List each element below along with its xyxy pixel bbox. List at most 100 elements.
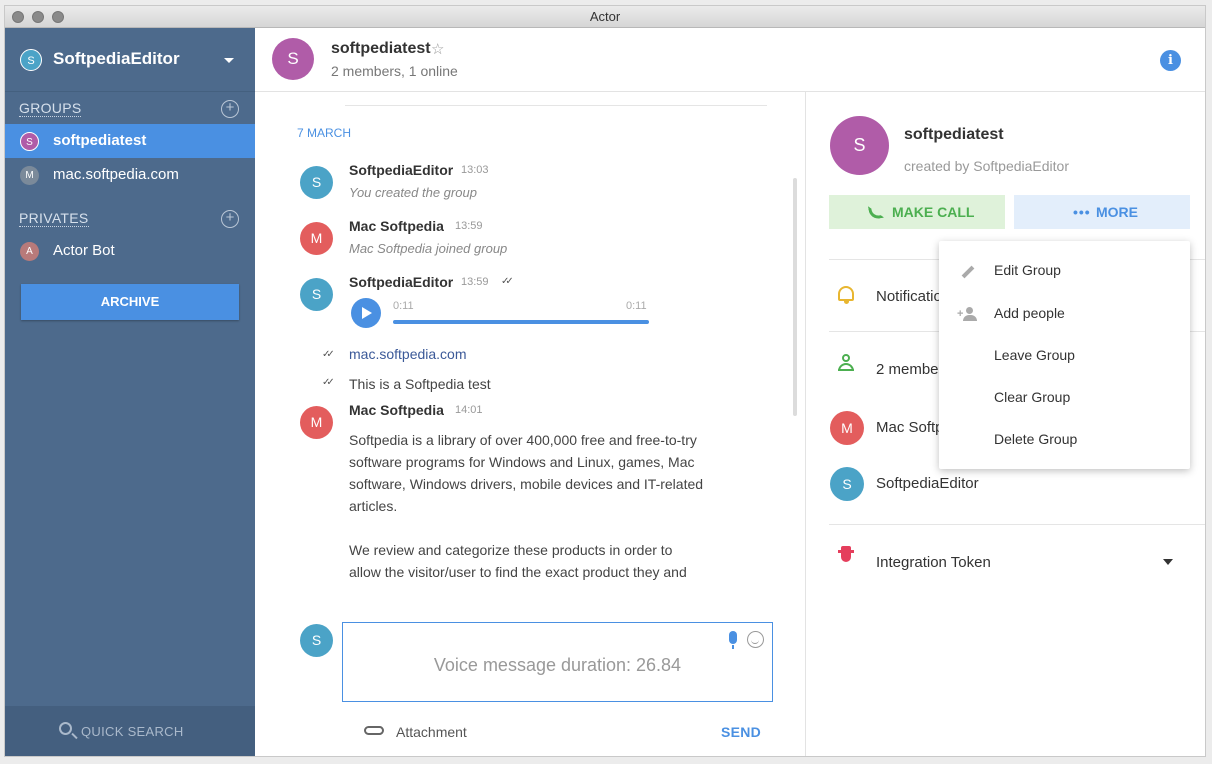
read-check-icon: ✓✓: [322, 377, 335, 388]
menu-item-label: Add people: [994, 305, 1065, 321]
audio-duration: 0:11: [626, 300, 647, 312]
quick-search-label: QUICK SEARCH: [81, 724, 184, 739]
message-time: 13:03: [461, 164, 489, 176]
member-name[interactable]: SoftpediaEditor: [876, 475, 979, 492]
message-line: allow the visitor/user to find the exact…: [349, 564, 687, 580]
message-time: 14:01: [455, 404, 483, 416]
group-avatar[interactable]: S: [272, 38, 314, 80]
scrollbar[interactable]: [793, 178, 797, 416]
send-button[interactable]: SEND: [721, 724, 761, 740]
audio-elapsed: 0:11: [393, 300, 414, 312]
menu-item-delete-group[interactable]: Delete Group: [939, 419, 1190, 461]
sidebar-item-label: softpediatest: [53, 132, 147, 149]
avatar[interactable]: S: [300, 278, 333, 311]
menu-item-edit-group[interactable]: Edit Group: [939, 250, 1190, 292]
message-sender[interactable]: SoftpediaEditor: [349, 274, 453, 290]
message-time: 13:59: [461, 276, 489, 288]
account-switcher[interactable]: S SoftpediaEditor: [5, 28, 255, 92]
emoji-icon[interactable]: [747, 631, 764, 648]
conversation-title: softpediatest: [331, 40, 431, 57]
member-avatar[interactable]: M: [830, 411, 864, 445]
menu-item-leave-group[interactable]: Leave Group: [939, 335, 1190, 377]
add-private-icon[interactable]: +: [221, 210, 239, 228]
make-call-label: MAKE CALL: [892, 204, 975, 220]
group-creator: created by SoftpediaEditor: [904, 158, 1069, 174]
date-separator: 7 MARCH: [297, 126, 352, 140]
sidebar-item-label: Actor Bot: [53, 242, 115, 259]
sidebar-item-softpediatest[interactable]: S softpediatest: [5, 124, 255, 158]
search-icon: [59, 722, 72, 735]
message-link[interactable]: mac.softpedia.com: [349, 346, 467, 362]
chevron-down-icon[interactable]: [1163, 559, 1173, 565]
member-name[interactable]: Mac Softp: [876, 419, 944, 436]
read-check-icon: ✓✓: [322, 349, 335, 360]
integration-token-row[interactable]: Integration Token: [876, 554, 991, 571]
read-check-icon: ✓✓: [501, 276, 514, 287]
info-icon[interactable]: i: [1160, 50, 1181, 71]
voice-message-status: Voice message duration: 26.84: [433, 655, 682, 675]
message-line: articles.: [349, 498, 398, 514]
member-avatar[interactable]: S: [830, 467, 864, 501]
add-person-icon: +: [957, 307, 979, 321]
person-icon: [838, 354, 854, 372]
message-line: Softpedia is a library of over 400,000 f…: [349, 432, 697, 448]
quick-search-button[interactable]: QUICK SEARCH: [5, 706, 255, 756]
message-sender[interactable]: Mac Softpedia: [349, 218, 444, 234]
menu-item-label: Leave Group: [994, 347, 1075, 363]
conversation-subtitle: 2 members, 1 online: [331, 63, 458, 79]
sidebar-item-label: mac.softpedia.com: [53, 166, 179, 183]
pencil-icon: [961, 265, 975, 279]
avatar: S: [20, 132, 39, 151]
avatar[interactable]: S: [300, 166, 333, 199]
more-dots-icon: •••: [1073, 204, 1091, 220]
window-title: Actor: [589, 9, 621, 24]
app-window: Actor S SoftpediaEditor GROUPS + S softp…: [5, 6, 1205, 756]
message-line: We review and categorize these products …: [349, 542, 673, 558]
attachment-button[interactable]: Attachment: [396, 724, 467, 740]
message-sender[interactable]: Mac Softpedia: [349, 402, 444, 418]
divider: [345, 105, 767, 106]
plug-icon: [838, 546, 854, 562]
privates-header[interactable]: PRIVATES: [19, 210, 89, 227]
chevron-down-icon: [224, 58, 234, 63]
menu-item-label: Delete Group: [994, 431, 1078, 447]
message-list: 7 MARCH S SoftpediaEditor 13:03 You crea…: [255, 92, 805, 756]
menu-item-add-people[interactable]: + Add people: [939, 293, 1190, 335]
groups-header[interactable]: GROUPS: [19, 100, 82, 117]
avatar[interactable]: M: [300, 406, 333, 439]
message-text: Mac Softpedia joined group: [349, 241, 508, 256]
play-icon[interactable]: [351, 298, 381, 328]
menu-item-label: Edit Group: [994, 262, 1061, 278]
members-row[interactable]: 2 member: [876, 361, 944, 378]
more-menu: Edit Group + Add people Leave Group Clea…: [939, 241, 1190, 469]
more-button[interactable]: ••• MORE: [1014, 195, 1190, 229]
conversation-header: S softpediatest ☆ 2 members, 1 online i: [255, 28, 1205, 92]
avatar: A: [20, 242, 39, 261]
microphone-icon[interactable]: [729, 631, 737, 649]
title-bar: Actor: [5, 6, 1205, 28]
archive-button[interactable]: ARCHIVE: [21, 284, 239, 320]
notifications-row[interactable]: Notificatio: [876, 288, 942, 305]
message-line: software programs for Windows and Linux,…: [349, 454, 695, 470]
sidebar-item-actor-bot[interactable]: A Actor Bot: [5, 234, 255, 268]
account-avatar: S: [20, 49, 42, 71]
avatar[interactable]: M: [300, 222, 333, 255]
message-sender[interactable]: SoftpediaEditor: [349, 162, 453, 178]
group-avatar[interactable]: S: [830, 116, 889, 175]
paperclip-icon[interactable]: [364, 726, 384, 735]
sidebar: S SoftpediaEditor GROUPS + S softpediate…: [5, 28, 255, 756]
account-name: SoftpediaEditor: [53, 49, 180, 68]
sidebar-item-mac-softpedia[interactable]: M mac.softpedia.com: [5, 158, 255, 192]
make-call-button[interactable]: MAKE CALL: [829, 195, 1005, 229]
phone-icon: [867, 203, 885, 221]
message-time: 13:59: [455, 220, 483, 232]
divider: [829, 524, 1205, 525]
message-line: software, Windows drivers, mobile device…: [349, 476, 704, 492]
star-icon[interactable]: ☆: [431, 40, 444, 58]
message-input[interactable]: Voice message duration: 26.84: [342, 622, 773, 702]
add-group-icon[interactable]: +: [221, 100, 239, 118]
menu-item-clear-group[interactable]: Clear Group: [939, 377, 1190, 419]
group-name: softpediatest: [904, 126, 1004, 143]
composer-avatar: S: [300, 624, 333, 657]
audio-progress[interactable]: [393, 320, 649, 324]
